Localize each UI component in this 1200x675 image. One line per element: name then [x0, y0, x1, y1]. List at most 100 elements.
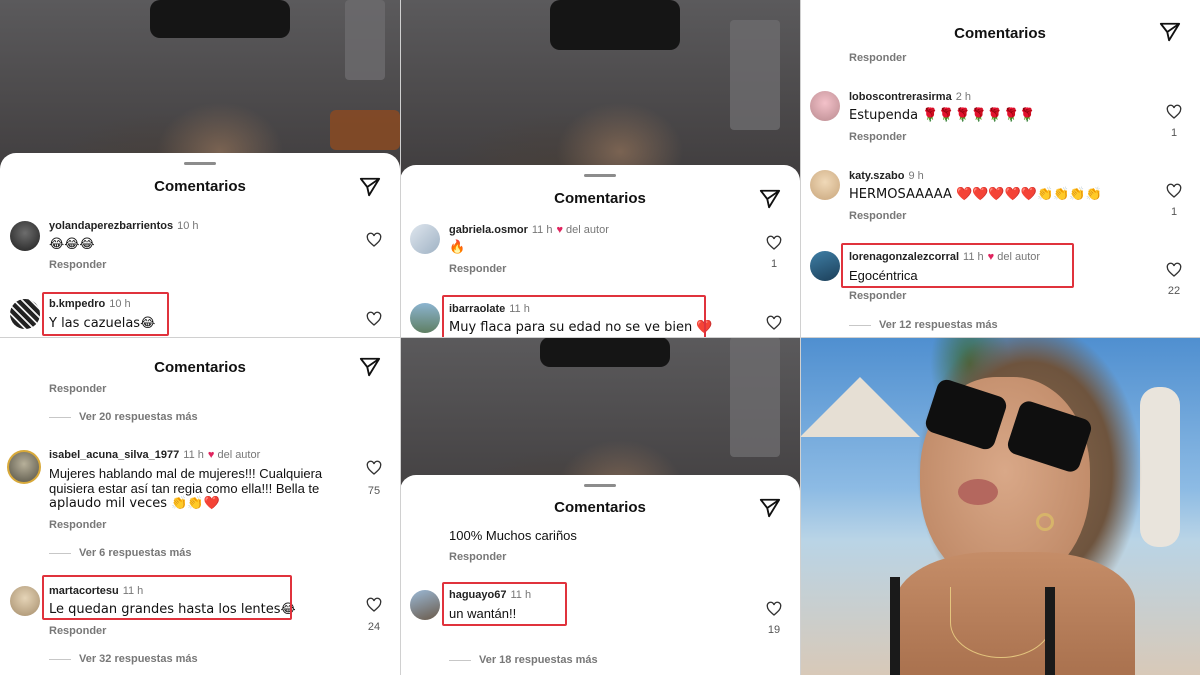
send-icon[interactable]: [759, 497, 781, 519]
comment-username-line: loboscontrerasirma 2 h: [849, 91, 971, 103]
divider: [0, 337, 1200, 338]
like-count: 1: [1170, 206, 1178, 218]
reply-button[interactable]: Responder: [849, 290, 906, 302]
like-count: 75: [367, 485, 381, 497]
necklace: [950, 587, 1052, 658]
view-more-replies[interactable]: Ver 12 respuestas más: [849, 319, 998, 331]
reply-button[interactable]: Responder: [49, 259, 106, 271]
reply-button[interactable]: Responder: [449, 263, 506, 275]
reply-button[interactable]: Responder: [849, 131, 906, 143]
view-more-replies[interactable]: Ver 20 respuestas más: [49, 411, 198, 423]
heart-icon[interactable]: [1166, 104, 1182, 120]
earring: [1036, 513, 1054, 531]
sunglasses: [923, 377, 1094, 475]
highlight-box: [42, 575, 292, 620]
swimsuit-strap: [1045, 587, 1055, 675]
comment-time: 11 h: [183, 449, 204, 461]
heart-icon[interactable]: [1166, 183, 1182, 199]
sheet-title: Comentarios: [154, 178, 246, 195]
comment-username[interactable]: loboscontrerasirma: [849, 91, 952, 103]
comments-sheet: Comentarios 100% Muchos cariños Responde…: [400, 475, 800, 675]
highlight-box: [841, 243, 1074, 288]
avatar[interactable]: [410, 590, 440, 620]
lips: [958, 479, 998, 505]
comment-time: 10 h: [177, 220, 199, 232]
reply-button[interactable]: Responder: [49, 625, 106, 637]
comment-username[interactable]: gabriela.osmor: [449, 224, 528, 236]
heart-icon[interactable]: [766, 235, 782, 251]
sheet-title: Comentarios: [554, 499, 646, 516]
like-count: 19: [767, 624, 781, 636]
comment-text-line: quisiera estar así tan regia como ella!!…: [49, 481, 320, 496]
view-more-replies[interactable]: Ver 32 respuestas más: [49, 653, 198, 665]
highlight-box: [442, 582, 567, 626]
reply-button[interactable]: Responder: [849, 52, 906, 64]
comment-text: 100% Muchos cariños: [449, 528, 577, 543]
comments-sheet: Comentarios Responder loboscontrerasirma…: [800, 0, 1200, 337]
comments-sheet: Comentarios Responder Ver 20 respuestas …: [0, 337, 400, 675]
heart-icon[interactable]: [366, 311, 382, 327]
comment-text: 🔥: [449, 240, 466, 255]
comment-time: 11 h: [531, 224, 553, 236]
comment-text: Estupenda 🌹🌹🌹🌹🌹🌹🌹: [849, 108, 1036, 123]
avatar[interactable]: [10, 299, 40, 329]
comment-text: HERMOSAAAAA ❤️❤️❤️❤️❤️👏👏👏👏: [849, 187, 1102, 202]
comment-time: 2 h: [955, 91, 971, 103]
heart-icon[interactable]: [766, 315, 782, 331]
comment-username-line: isabel_acuna_silva_1977 11 h ♥ del autor: [49, 449, 260, 461]
send-icon[interactable]: [1159, 21, 1181, 43]
panel-5: Comentarios 100% Muchos cariños Responde…: [400, 337, 800, 675]
avatar[interactable]: [810, 170, 840, 200]
comment-username-line: gabriela.osmor 11 h ♥ del autor: [449, 224, 609, 236]
avatar[interactable]: [410, 303, 440, 333]
comment-text-line: aplaudo mil veces 👏👏❤️: [49, 496, 220, 511]
like-count: 1: [1170, 127, 1178, 139]
reply-button[interactable]: Responder: [849, 210, 906, 222]
swimsuit-strap: [890, 577, 900, 675]
send-icon[interactable]: [359, 176, 381, 198]
author-liked-badge: ♥ del autor: [556, 224, 609, 236]
heart-icon[interactable]: [366, 460, 382, 476]
highlight-box: [442, 295, 706, 337]
panel-2: Comentarios gabriela.osmor 11 h ♥ del auto…: [400, 0, 800, 337]
avatar[interactable]: [810, 251, 840, 281]
send-icon[interactable]: [759, 188, 781, 210]
avatar[interactable]: [7, 450, 41, 484]
view-more-replies[interactable]: Ver 6 respuestas más: [49, 547, 192, 559]
comment-text-line: Mujeres hablando mal de mujeres!!! Cualq…: [49, 466, 323, 481]
avatar[interactable]: [10, 221, 40, 251]
drag-handle[interactable]: [584, 174, 616, 177]
heart-icon[interactable]: [1166, 262, 1182, 278]
reply-button[interactable]: Responder: [49, 519, 106, 531]
panel-3: Comentarios Responder loboscontrerasirma…: [800, 0, 1200, 337]
sheet-title: Comentarios: [554, 190, 646, 207]
avatar[interactable]: [810, 91, 840, 121]
sheet-title: Comentarios: [154, 359, 246, 376]
comment-username-line: yolandaperezbarrientos 10 h: [49, 220, 199, 232]
selfie-photo: [800, 337, 1200, 675]
reply-button[interactable]: Responder: [449, 551, 506, 563]
panel-1: Comentarios yolandaperezbarrientos 10 h 😂…: [0, 0, 400, 337]
like-count: 1: [770, 258, 778, 270]
comment-time: 9 h: [908, 170, 924, 182]
sheet-title: Comentarios: [954, 25, 1046, 42]
comment-username[interactable]: katy.szabo: [849, 170, 904, 182]
heart-icon[interactable]: [766, 601, 782, 617]
drag-handle[interactable]: [584, 484, 616, 487]
comments-sheet: Comentarios gabriela.osmor 11 h ♥ del auto…: [400, 165, 800, 337]
avatar[interactable]: [10, 586, 40, 616]
reply-button[interactable]: Responder: [49, 383, 106, 395]
comments-sheet: Comentarios yolandaperezbarrientos 10 h 😂…: [0, 153, 400, 337]
avatar[interactable]: [410, 224, 440, 254]
drag-handle[interactable]: [184, 162, 216, 165]
panel-4: Comentarios Responder Ver 20 respuestas …: [0, 337, 400, 675]
like-count: 24: [367, 621, 381, 633]
send-icon[interactable]: [359, 356, 381, 378]
comment-username[interactable]: isabel_acuna_silva_1977: [49, 449, 179, 461]
like-count: 22: [1167, 285, 1181, 297]
heart-icon[interactable]: [366, 232, 382, 248]
comment-username[interactable]: yolandaperezbarrientos: [49, 220, 173, 232]
comment-text: 😂😂😂: [49, 237, 95, 252]
heart-icon[interactable]: [366, 597, 382, 613]
view-more-replies[interactable]: Ver 18 respuestas más: [449, 654, 598, 666]
